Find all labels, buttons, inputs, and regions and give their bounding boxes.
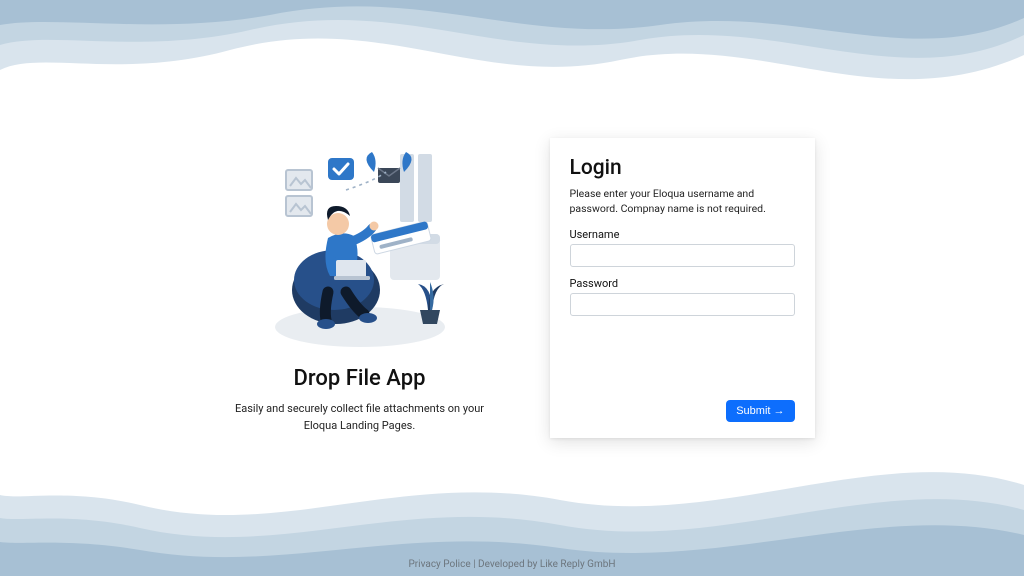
password-input[interactable] — [570, 293, 795, 316]
upload-illustration — [250, 142, 470, 352]
password-label: Password — [570, 277, 795, 290]
username-label: Username — [570, 228, 795, 241]
app-title: Drop File App — [210, 366, 510, 391]
username-input[interactable] — [570, 244, 795, 267]
login-card: Login Please enter your Eloqua username … — [550, 138, 815, 438]
intro-panel: Drop File App Easily and securely collec… — [210, 142, 510, 434]
login-heading: Login — [570, 156, 795, 180]
app-subtitle: Easily and securely collect file attachm… — [210, 401, 510, 434]
submit-button[interactable]: Submit → — [726, 400, 794, 422]
privacy-link[interactable]: Privacy Police — [408, 559, 470, 570]
login-hint: Please enter your Eloqua username and pa… — [570, 186, 795, 216]
footer-dev: Developed by Like Reply GmbH — [478, 559, 615, 570]
footer-sep: | — [471, 559, 478, 570]
footer: Privacy Police | Developed by Like Reply… — [0, 559, 1024, 570]
